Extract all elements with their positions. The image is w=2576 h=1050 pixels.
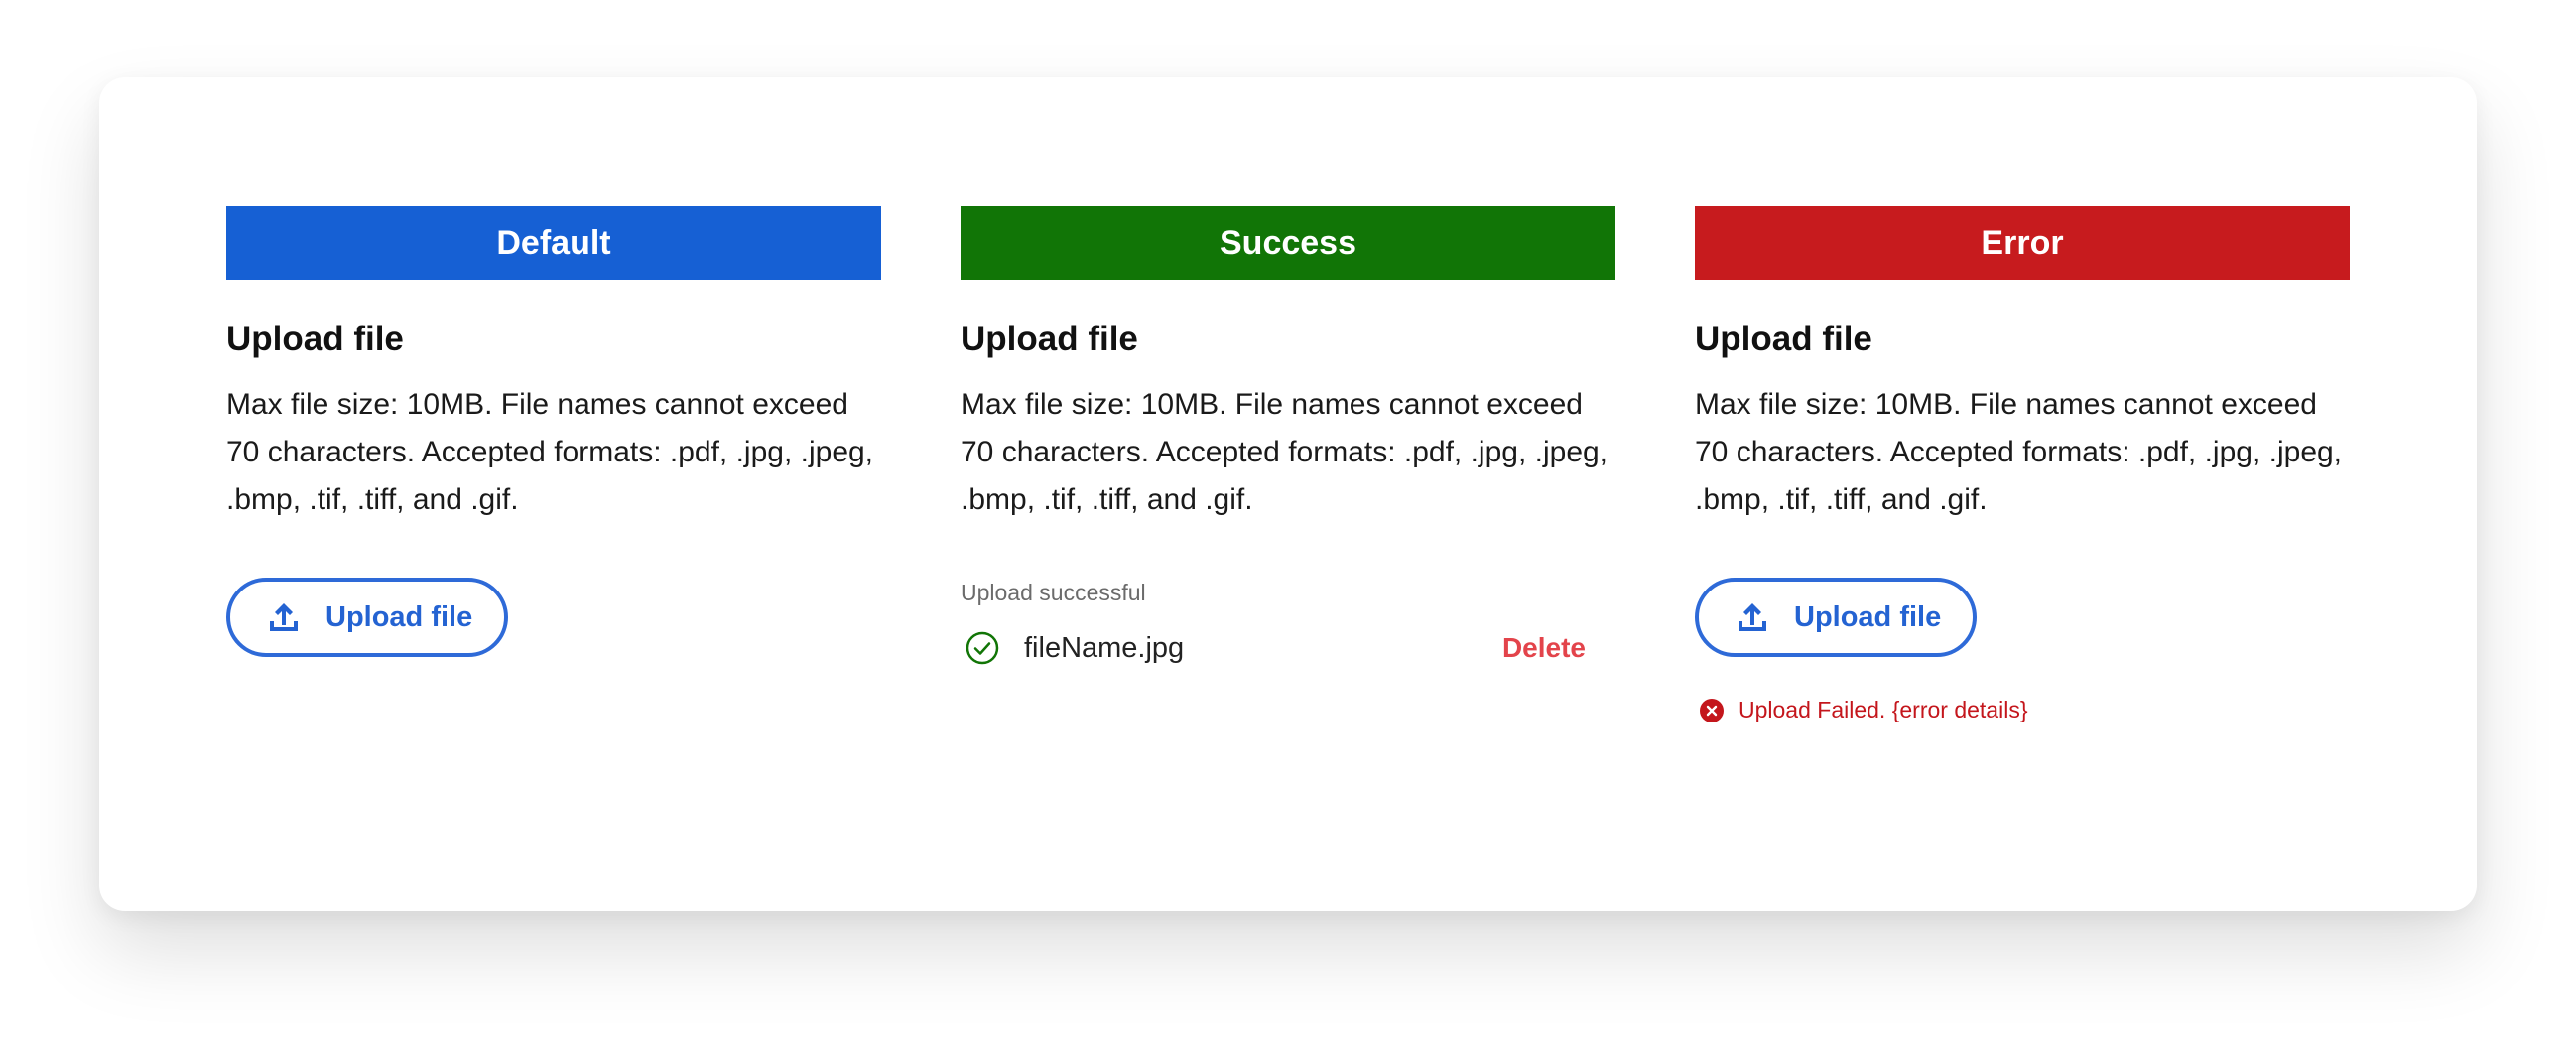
upload-icon [1735, 599, 1770, 635]
success-state-column: Success Upload file Max file size: 10MB.… [961, 206, 1615, 666]
default-state-column: Default Upload file Max file size: 10MB.… [226, 206, 881, 657]
error-state-banner: Error [1695, 206, 2350, 280]
error-circle-icon [1699, 698, 1725, 723]
uploaded-file-row: fileName.jpg Delete [961, 630, 1586, 666]
section-title: Upload file [226, 320, 404, 358]
delete-file-link[interactable]: Delete [1502, 632, 1586, 664]
section-title: Upload file [961, 320, 1138, 358]
upload-status-label: Upload successful [961, 580, 1146, 605]
upload-icon [266, 599, 302, 635]
error-message-text: Upload Failed. {error details} [1739, 697, 2028, 722]
upload-file-button[interactable]: Upload file [226, 578, 509, 657]
upload-description: Max file size: 10MB. File names cannot e… [1695, 388, 2343, 516]
success-state-banner: Success [961, 206, 1615, 280]
section-title: Upload file [1695, 320, 1872, 358]
uploaded-file-name: fileName.jpg [1024, 631, 1185, 664]
check-circle-icon [965, 630, 1000, 666]
default-state-banner: Default [226, 206, 881, 280]
upload-description: Max file size: 10MB. File names cannot e… [961, 388, 1609, 516]
states-card: Default Upload file Max file size: 10MB.… [99, 77, 2477, 911]
upload-file-button[interactable]: Upload file [1695, 578, 1978, 657]
upload-button-label: Upload file [1794, 600, 1942, 633]
upload-description: Max file size: 10MB. File names cannot e… [226, 388, 874, 516]
error-state-column: Error Upload file Max file size: 10MB. F… [1695, 206, 2350, 723]
canvas: Default Upload file Max file size: 10MB.… [0, 0, 2576, 1050]
upload-error-message: Upload Failed. {error details} [1695, 697, 2350, 723]
upload-button-label: Upload file [325, 600, 473, 633]
